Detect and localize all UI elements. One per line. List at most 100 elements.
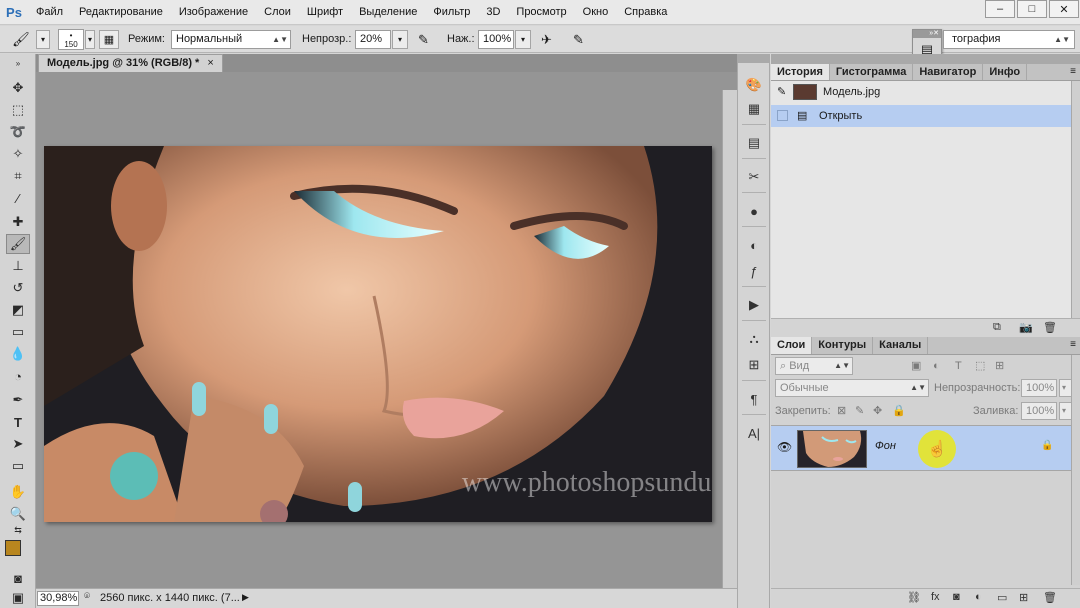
brush-presets-icon[interactable]: ⛬: [743, 328, 765, 350]
history-source-checkbox[interactable]: [777, 110, 788, 121]
flow-input[interactable]: 100%: [478, 30, 514, 49]
document-image[interactable]: www.photoshopsunduchok.ru: [44, 146, 712, 522]
tab-navigator[interactable]: Навигатор: [913, 64, 984, 80]
dodge-tool-icon[interactable]: ◔: [6, 366, 30, 386]
filter-shape-icon[interactable]: ⬚: [975, 357, 985, 375]
history-snapshot[interactable]: ✎ Модель.jpg: [771, 81, 1071, 103]
filter-adjustment-icon[interactable]: ◐: [933, 357, 940, 375]
lock-all-icon[interactable]: 🔒: [892, 402, 906, 420]
vertical-scrollbar[interactable]: [722, 90, 737, 606]
menu-edit[interactable]: Редактирование: [71, 0, 171, 25]
hand-tool-icon[interactable]: ✋: [6, 482, 30, 502]
zoom-tool-icon[interactable]: 🔍: [6, 504, 30, 524]
move-tool-icon[interactable]: ✥: [6, 78, 30, 98]
chevron-down-icon[interactable]: ▾: [85, 30, 95, 49]
opacity-input[interactable]: 20%: [355, 30, 391, 49]
brush-panel-toggle-icon[interactable]: ▦: [99, 30, 119, 49]
minimize-button[interactable]: –: [985, 0, 1015, 18]
panel-menu-icon[interactable]: ≡: [1070, 339, 1076, 350]
eye-icon[interactable]: 👁: [777, 440, 792, 454]
tab-channels[interactable]: Каналы: [873, 337, 929, 354]
status-menu-arrow-icon[interactable]: ▶: [242, 592, 249, 603]
quick-mask-icon[interactable]: ◙: [6, 568, 30, 588]
panel-collapse-icon[interactable]: »: [6, 58, 30, 68]
document-tab[interactable]: Модель.jpg @ 31% (RGB/8) * ×: [38, 54, 223, 72]
notes-icon[interactable]: ▤: [743, 132, 765, 154]
kuler-icon[interactable]: ●: [743, 200, 765, 222]
tab-history[interactable]: История: [771, 64, 830, 80]
history-scrollbar[interactable]: [1071, 81, 1080, 335]
chevron-down-icon[interactable]: ▾: [392, 30, 408, 49]
menu-image[interactable]: Изображение: [171, 0, 256, 25]
crop-tool-icon[interactable]: ⌗: [6, 166, 30, 186]
type-tool-icon[interactable]: T: [6, 412, 30, 432]
chevron-down-icon[interactable]: ▾: [36, 30, 50, 49]
layer-style-icon[interactable]: fx: [931, 591, 940, 603]
workspace-select[interactable]: тография ▲▼: [943, 30, 1075, 49]
trash-icon[interactable]: 🗑: [1043, 591, 1057, 604]
lasso-tool-icon[interactable]: ➰: [6, 122, 30, 142]
canvas-background[interactable]: www.photoshopsunduchok.ru: [36, 72, 737, 606]
tab-paths[interactable]: Контуры: [812, 337, 874, 354]
new-group-icon[interactable]: ▭: [997, 591, 1007, 604]
airbrush-icon[interactable]: ✈: [541, 30, 552, 49]
brush-tool-icon[interactable]: 🖌: [6, 234, 30, 254]
layer-opacity-input[interactable]: 100%: [1021, 379, 1057, 397]
path-selection-tool-icon[interactable]: ➤: [6, 434, 30, 454]
filter-smart-object-icon[interactable]: ⊞: [995, 357, 1004, 375]
panel-menu-icon[interactable]: ≡: [1070, 66, 1076, 77]
blur-tool-icon[interactable]: 💧: [6, 344, 30, 364]
brush-tool-preset-icon[interactable]: 🖌: [12, 30, 30, 49]
chevron-down-icon[interactable]: ▾: [515, 30, 531, 49]
lock-image-icon[interactable]: ✎: [855, 402, 864, 420]
new-adjustment-layer-icon[interactable]: ◐: [975, 591, 982, 603]
healing-brush-tool-icon[interactable]: ✚: [6, 212, 30, 232]
quick-selection-tool-icon[interactable]: ✧: [6, 144, 30, 164]
character-icon[interactable]: A|: [743, 422, 765, 444]
clone-stamp-tool-icon[interactable]: ⊥: [6, 256, 30, 276]
adjustments-icon[interactable]: ◐: [743, 234, 765, 256]
lock-position-icon[interactable]: ✥: [873, 402, 882, 420]
new-document-from-state-icon[interactable]: ⧉: [993, 321, 1001, 334]
close-button[interactable]: ✕: [1049, 0, 1079, 18]
eraser-tool-icon[interactable]: ◩: [6, 300, 30, 320]
trash-icon[interactable]: 🗑: [1043, 321, 1057, 334]
layers-scrollbar[interactable]: [1071, 355, 1080, 585]
color-palette-icon[interactable]: 🎨: [743, 74, 765, 96]
tools-presets-icon[interactable]: ✂: [743, 166, 765, 188]
filter-type-icon[interactable]: T: [955, 357, 962, 375]
maximize-button[interactable]: □: [1017, 0, 1047, 18]
menu-view[interactable]: Просмотр: [508, 0, 574, 25]
paragraph-icon[interactable]: ¶: [743, 388, 765, 410]
swap-colors-icon[interactable]: ⇆: [6, 524, 30, 536]
layer-filter-select[interactable]: ⌕ Вид ▲▼: [775, 357, 853, 375]
zoom-level-input[interactable]: 30,98%: [37, 591, 79, 606]
size-pressure-icon[interactable]: ✎: [573, 30, 584, 49]
floating-panel-bar[interactable]: »✕: [913, 30, 941, 38]
brush-size-picker[interactable]: • 150: [58, 29, 84, 50]
tab-layers[interactable]: Слои: [771, 337, 813, 354]
history-brush-source-icon[interactable]: ✎: [777, 81, 786, 103]
dock-header[interactable]: [738, 54, 769, 63]
layer-row[interactable]: 👁 Фон ☝ 🔒: [771, 425, 1071, 471]
blend-mode-select[interactable]: Нормальный ▲▼: [171, 30, 291, 49]
menu-type[interactable]: Шрифт: [299, 0, 351, 25]
history-state[interactable]: ▤ Открыть: [771, 105, 1071, 127]
marquee-tool-icon[interactable]: ⬚: [6, 100, 30, 120]
tab-histogram[interactable]: Гистограмма: [830, 64, 914, 80]
new-layer-icon[interactable]: ⊞: [1019, 591, 1028, 604]
shape-tool-icon[interactable]: ▭: [6, 456, 30, 476]
clone-source-icon[interactable]: ⊞: [743, 354, 765, 376]
filter-pixel-icon[interactable]: ▣: [911, 357, 921, 375]
panel-group-header[interactable]: [771, 54, 1080, 64]
menu-file[interactable]: Файл: [28, 0, 71, 25]
camera-icon[interactable]: 📷: [1019, 321, 1033, 334]
add-mask-icon[interactable]: ◙: [953, 591, 960, 603]
opacity-pressure-icon[interactable]: ✎: [418, 30, 429, 49]
close-icon[interactable]: ×: [207, 57, 213, 69]
pen-tool-icon[interactable]: ✒: [6, 390, 30, 410]
menu-layers[interactable]: Слои: [256, 0, 299, 25]
screen-mode-icon[interactable]: ▣: [6, 588, 30, 608]
menu-filter[interactable]: Фильтр: [425, 0, 478, 25]
lock-transparent-icon[interactable]: ⊠: [837, 402, 846, 420]
